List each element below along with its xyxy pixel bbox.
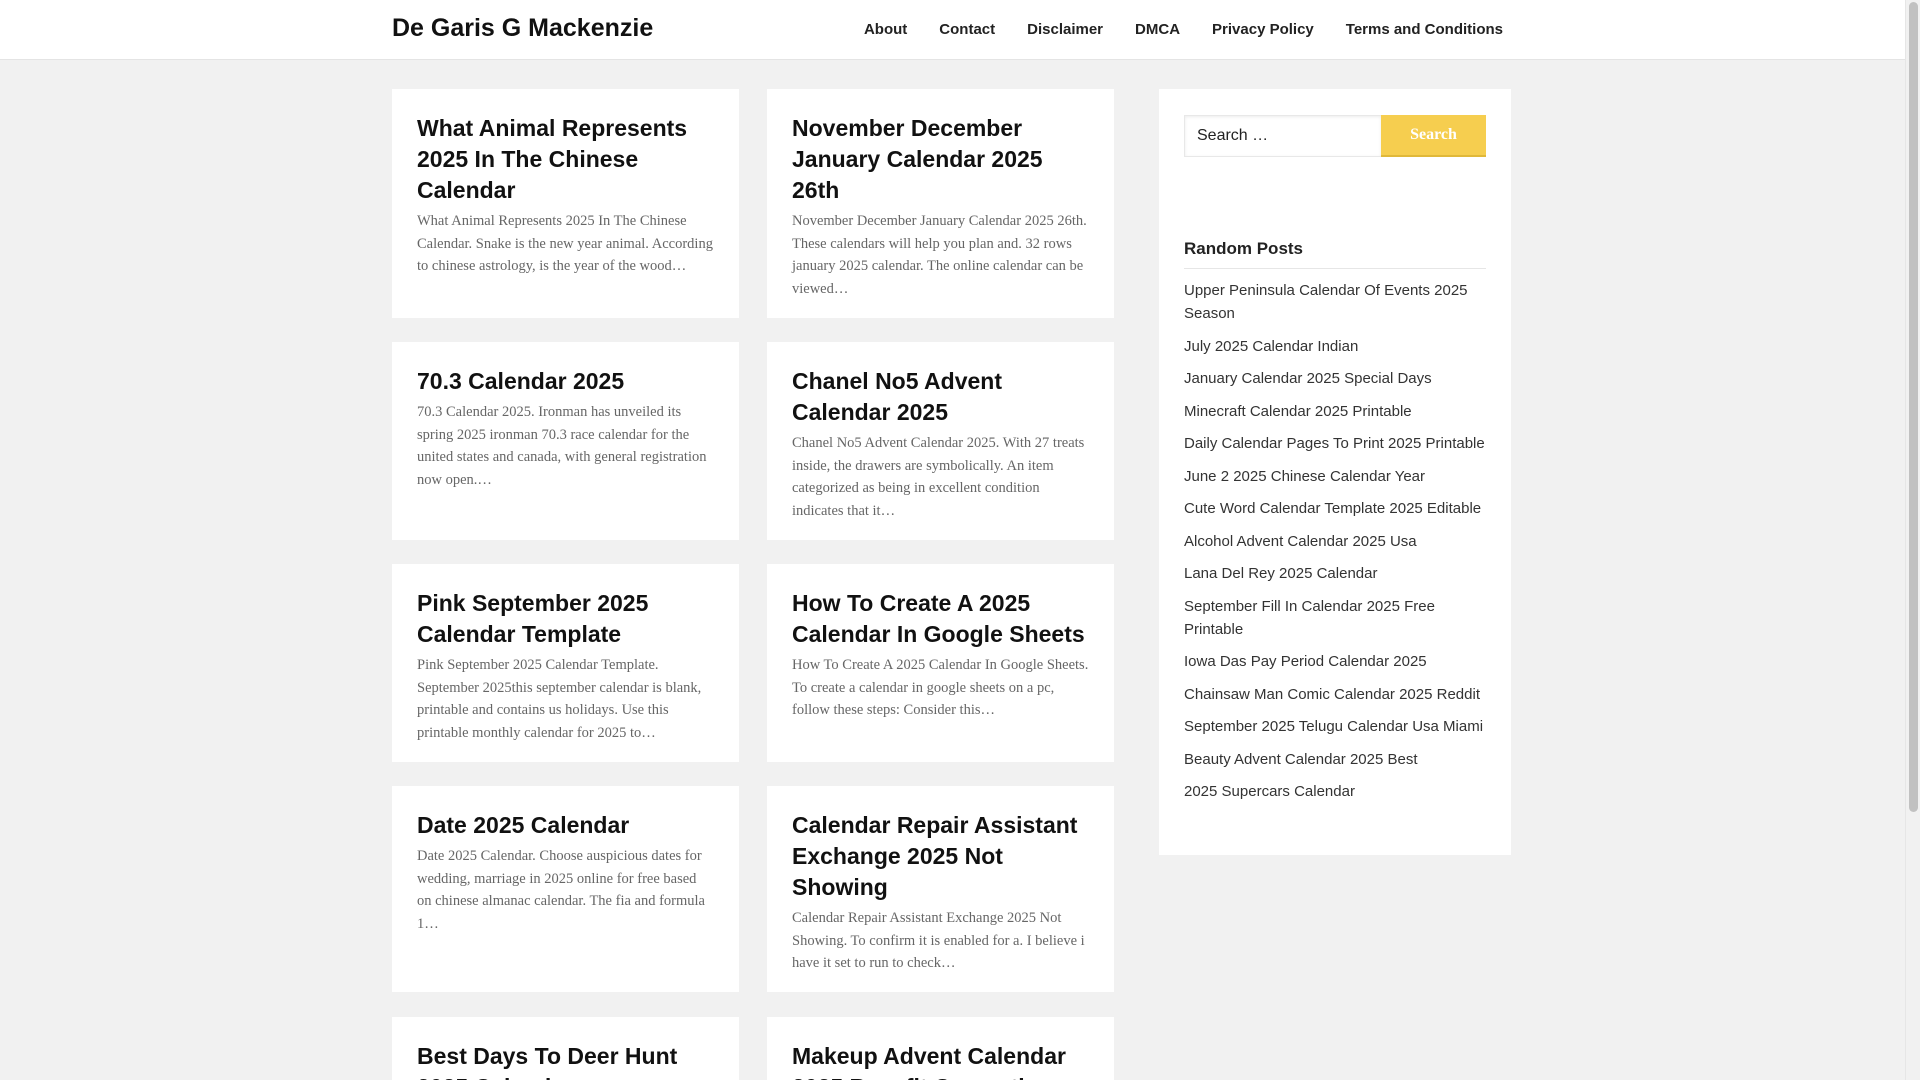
post-title[interactable]: What Animal Represents 2025 In The Chine… [417,113,714,206]
nav-privacy-policy[interactable]: Privacy Policy [1196,0,1330,60]
post-card: Best Days To Deer Hunt 2025 Calendar [392,1017,739,1080]
random-post-link[interactable]: Iowa Das Pay Period Calendar 2025 [1184,653,1427,670]
list-item: 2025 Supercars Calendar [1184,780,1486,803]
post-card: November December January Calendar 2025 … [767,89,1114,318]
list-item: Cute Word Calendar Template 2025 Editabl… [1184,497,1486,520]
post-excerpt: Date 2025 Calendar. Choose auspicious da… [417,848,705,932]
list-item: September 2025 Telugu Calendar Usa Miami [1184,715,1486,738]
random-post-link[interactable]: Minecraft Calendar 2025 Printable [1184,403,1412,420]
list-item: September Fill In Calendar 2025 Free Pri… [1184,595,1486,641]
post-title[interactable]: Pink September 2025 Calendar Template [417,588,714,650]
nav-disclaimer[interactable]: Disclaimer [1011,0,1119,60]
scrollbar-thumb[interactable] [1909,2,1918,812]
post-title[interactable]: Date 2025 Calendar [417,810,714,841]
post-excerpt: Calendar Repair Assistant Exchange 2025 … [792,910,1085,971]
page-scrollbar[interactable] [1905,0,1920,1080]
main-nav: About Contact Disclaimer DMCA Privacy Po… [848,0,1519,60]
random-post-link[interactable]: 2025 Supercars Calendar [1184,783,1355,800]
random-post-link[interactable]: Alcohol Advent Calendar 2025 Usa [1184,533,1417,550]
random-post-link[interactable]: June 2 2025 Chinese Calendar Year [1184,468,1425,485]
post-card: Chanel No5 Advent Calendar 2025 Chanel N… [767,342,1114,540]
post-excerpt: What Animal Represents 2025 In The Chine… [417,213,713,274]
post-title[interactable]: How To Create A 2025 Calendar In Google … [792,588,1089,650]
post-card: Date 2025 Calendar Date 2025 Calendar. C… [392,786,739,992]
site-header: De Garis G Mackenzie About Contact Discl… [0,0,1905,60]
random-post-link[interactable]: Daily Calendar Pages To Print 2025 Print… [1184,435,1485,452]
list-item: Daily Calendar Pages To Print 2025 Print… [1184,432,1486,455]
random-post-link[interactable]: Upper Peninsula Calendar Of Events 2025 … [1184,282,1468,322]
post-excerpt: Pink September 2025 Calendar Template. S… [417,657,702,741]
post-title[interactable]: November December January Calendar 2025 … [792,113,1089,206]
nav-contact[interactable]: Contact [923,0,1011,60]
nav-dmca[interactable]: DMCA [1119,0,1196,60]
search-button[interactable]: Search [1381,115,1486,157]
search-form: Search [1184,115,1486,157]
list-item: January Calendar 2025 Special Days [1184,367,1486,390]
list-item: June 2 2025 Chinese Calendar Year [1184,465,1486,488]
post-card: Calendar Repair Assistant Exchange 2025 … [767,786,1114,992]
list-item: July 2025 Calendar Indian [1184,335,1486,358]
list-item: Lana Del Rey 2025 Calendar [1184,562,1486,585]
random-post-link[interactable]: September Fill In Calendar 2025 Free Pri… [1184,598,1435,638]
post-card: How To Create A 2025 Calendar In Google … [767,564,1114,762]
list-item: Chainsaw Man Comic Calendar 2025 Reddit [1184,683,1486,706]
random-posts-list: Upper Peninsula Calendar Of Events 2025 … [1184,279,1486,803]
post-card: 70.3 Calendar 2025 70.3 Calendar 2025. I… [392,342,739,540]
random-post-link[interactable]: Beauty Advent Calendar 2025 Best [1184,751,1418,768]
post-excerpt: How To Create A 2025 Calendar In Google … [792,657,1089,718]
post-card: Makeup Advent Calendar 2025 Benefit Cosm… [767,1017,1114,1080]
post-title[interactable]: Best Days To Deer Hunt 2025 Calendar [417,1041,714,1080]
sidebar: Search Random Posts Upper Peninsula Cale… [1159,89,1511,855]
random-posts-title: Random Posts [1184,239,1486,269]
post-title[interactable]: Calendar Repair Assistant Exchange 2025 … [792,810,1089,903]
search-input[interactable] [1184,115,1381,157]
nav-about[interactable]: About [848,0,923,60]
site-title[interactable]: De Garis G Mackenzie [392,14,653,43]
list-item: Iowa Das Pay Period Calendar 2025 [1184,650,1486,673]
post-card: Pink September 2025 Calendar Template Pi… [392,564,739,762]
post-excerpt: Chanel No5 Advent Calendar 2025. With 27… [792,435,1085,519]
random-post-link[interactable]: July 2025 Calendar Indian [1184,338,1358,355]
random-post-link[interactable]: September 2025 Telugu Calendar Usa Miami [1184,718,1483,735]
list-item: Alcohol Advent Calendar 2025 Usa [1184,530,1486,553]
random-post-link[interactable]: Cute Word Calendar Template 2025 Editabl… [1184,500,1481,517]
post-title[interactable]: Makeup Advent Calendar 2025 Benefit Cosm… [792,1041,1089,1080]
post-excerpt: 70.3 Calendar 2025. Ironman has unveiled… [417,404,707,488]
nav-terms-and-conditions[interactable]: Terms and Conditions [1330,0,1519,60]
random-post-link[interactable]: Lana Del Rey 2025 Calendar [1184,565,1377,582]
post-excerpt: November December January Calendar 2025 … [792,213,1087,297]
post-title[interactable]: Chanel No5 Advent Calendar 2025 [792,366,1089,428]
list-item: Beauty Advent Calendar 2025 Best [1184,748,1486,771]
list-item: Upper Peninsula Calendar Of Events 2025 … [1184,279,1486,325]
random-post-link[interactable]: Chainsaw Man Comic Calendar 2025 Reddit [1184,686,1480,703]
post-card: What Animal Represents 2025 In The Chine… [392,89,739,318]
list-item: Minecraft Calendar 2025 Printable [1184,400,1486,423]
post-title[interactable]: 70.3 Calendar 2025 [417,366,714,397]
random-post-link[interactable]: January Calendar 2025 Special Days [1184,370,1432,387]
